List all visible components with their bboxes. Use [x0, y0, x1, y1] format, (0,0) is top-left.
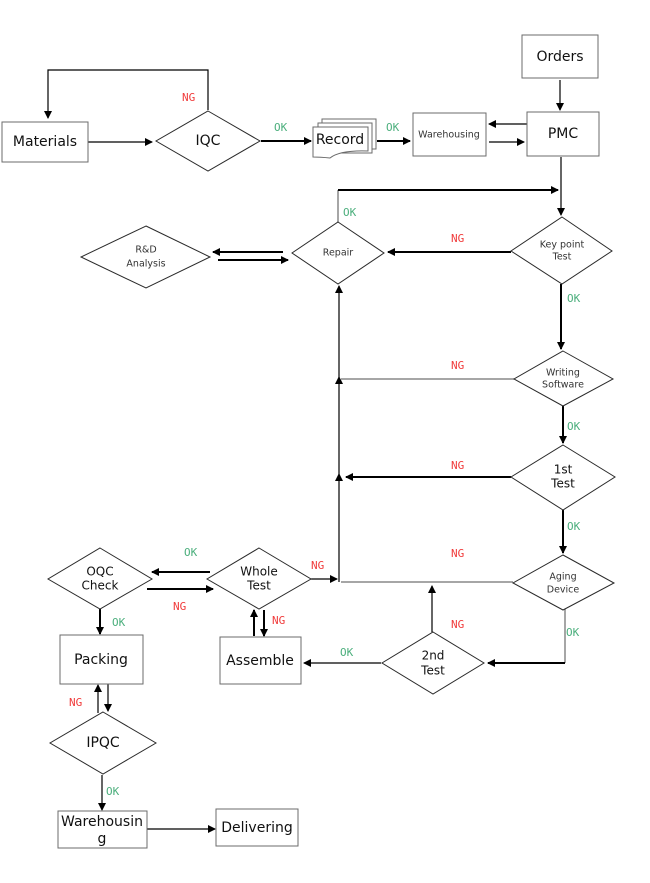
- node-record[interactable]: Record: [312, 118, 377, 159]
- node-record-label: Record: [316, 132, 364, 148]
- edge-labels: NG OK OK OK NG OK NG OK NG OK NG OK NG O…: [69, 91, 581, 798]
- node-ipqc-label: IPQC: [86, 735, 120, 751]
- label-whole-ok: OK: [184, 546, 198, 559]
- label-ipqc-ok: OK: [106, 785, 120, 798]
- node-delivering-label: Delivering: [221, 820, 292, 836]
- node-key-point-test-label-1: Key point: [540, 240, 585, 251]
- node-warehousing-out-label-2: g: [98, 831, 107, 847]
- connectors: [44, 69, 567, 833]
- node-packing[interactable]: Packing: [59, 634, 144, 685]
- node-key-point-test-label-2: Test: [552, 252, 572, 263]
- node-materials-label: Materials: [13, 134, 77, 150]
- node-whole-test-label-2: Test: [246, 579, 271, 593]
- node-repair-label: Repair: [323, 248, 354, 259]
- node-writing-software-label-1: Writing: [546, 368, 580, 379]
- node-warehousing-in[interactable]: Warehousing: [412, 112, 487, 157]
- label-record-ok: OK: [386, 121, 400, 134]
- label-oqc-ng: NG: [173, 600, 186, 613]
- label-second-ng: NG: [451, 618, 464, 631]
- node-first-test-label-1: 1st: [554, 463, 573, 477]
- node-materials[interactable]: Materials: [1, 121, 89, 163]
- node-assemble[interactable]: Assemble: [219, 636, 302, 685]
- node-whole-test-label-1: Whole: [240, 565, 278, 579]
- node-warehousing-in-label: Warehousing: [418, 130, 480, 141]
- node-rd-analysis-label-2: Analysis: [126, 259, 165, 270]
- node-ipqc[interactable]: IPQC: [49, 711, 157, 775]
- label-first-ng: NG: [451, 459, 464, 472]
- node-rd-analysis-label-1: R&D: [135, 245, 156, 256]
- node-warehousing-out-label-1: Warehousin: [61, 814, 143, 830]
- node-orders-label: Orders: [536, 49, 583, 65]
- node-delivering[interactable]: Delivering: [215, 808, 299, 847]
- label-assemble-ng: NG: [272, 614, 285, 627]
- node-assemble-label: Assemble: [226, 653, 294, 669]
- label-writing-ok: OK: [567, 420, 581, 433]
- label-whole-ng: NG: [311, 559, 324, 572]
- label-iqc-ng: NG: [182, 91, 195, 104]
- label-writing-ng: NG: [451, 359, 464, 372]
- label-first-ok: OK: [567, 520, 581, 533]
- node-oqc-check[interactable]: OQC Check: [47, 547, 153, 610]
- node-key-point-test[interactable]: Key point Test: [510, 216, 613, 285]
- node-oqc-check-label-1: OQC: [86, 565, 113, 579]
- node-second-test[interactable]: 2nd Test: [381, 631, 485, 695]
- node-orders[interactable]: Orders: [521, 34, 599, 79]
- node-aging-device[interactable]: Aging Device: [511, 554, 616, 611]
- label-repair-ok: OK: [343, 206, 357, 219]
- node-iqc[interactable]: IQC: [154, 110, 262, 172]
- node-aging-device-label-2: Device: [547, 585, 580, 596]
- node-pmc[interactable]: PMC: [526, 111, 600, 157]
- node-rd-analysis[interactable]: R&D Analysis: [79, 225, 212, 289]
- node-oqc-check-label-2: Check: [82, 579, 119, 593]
- node-first-test-label-2: Test: [550, 477, 575, 491]
- label-keypoint-ok: OK: [567, 292, 581, 305]
- node-second-test-label-2: Test: [420, 664, 445, 678]
- label-second-ok: OK: [340, 646, 354, 659]
- label-iqc-ok: OK: [274, 121, 288, 134]
- node-writing-software[interactable]: Writing Software: [512, 350, 615, 407]
- node-packing-label: Packing: [74, 652, 128, 668]
- node-aging-device-label-1: Aging: [549, 572, 576, 583]
- label-aging-ok: OK: [566, 626, 580, 639]
- node-warehousing-out[interactable]: Warehousin g: [57, 810, 148, 849]
- label-keypoint-ng: NG: [451, 232, 464, 245]
- process-flowchart: Orders Materials IQC Record Warehousing …: [1, 34, 616, 849]
- node-writing-software-label-2: Software: [542, 380, 584, 391]
- label-oqc-ok: OK: [112, 616, 126, 629]
- node-iqc-label: IQC: [196, 133, 221, 149]
- label-aging-ng: NG: [451, 547, 464, 560]
- node-first-test[interactable]: 1st Test: [510, 444, 616, 511]
- node-repair[interactable]: Repair: [291, 221, 385, 285]
- node-second-test-label-1: 2nd: [422, 649, 445, 663]
- node-pmc-label: PMC: [548, 126, 579, 142]
- label-ipqc-ng: NG: [69, 696, 82, 709]
- node-whole-test[interactable]: Whole Test: [206, 547, 312, 610]
